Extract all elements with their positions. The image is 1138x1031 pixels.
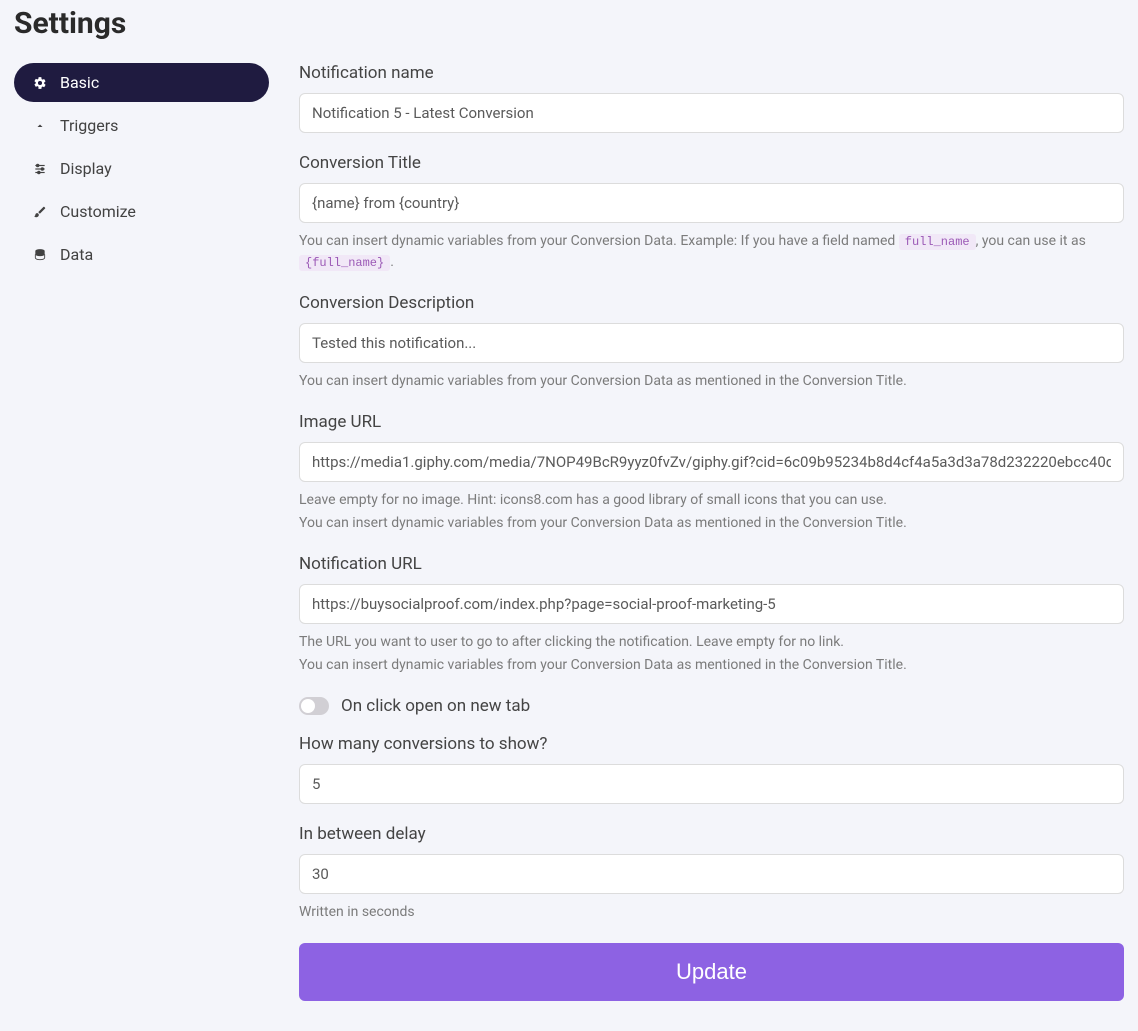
database-icon: [32, 247, 48, 263]
sidebar-item-label: Customize: [60, 202, 136, 221]
notification-url-input[interactable]: [299, 584, 1124, 624]
notification-url-help-2: You can insert dynamic variables from yo…: [299, 655, 1124, 676]
new-tab-toggle[interactable]: [299, 697, 329, 715]
settings-sidebar: Basic Triggers Display Customize Data: [14, 63, 269, 1001]
conversions-count-label: How many conversions to show?: [299, 734, 1124, 754]
sidebar-item-triggers[interactable]: Triggers: [14, 106, 269, 145]
new-tab-toggle-label: On click open on new tab: [341, 696, 530, 716]
conversion-description-input[interactable]: [299, 323, 1124, 363]
sliders-icon: [32, 161, 48, 177]
brush-icon: [32, 204, 48, 220]
conversion-title-help: You can insert dynamic variables from yo…: [299, 231, 1124, 273]
conversion-title-input[interactable]: [299, 183, 1124, 223]
notification-name-input[interactable]: [299, 93, 1124, 133]
sidebar-item-label: Display: [60, 159, 112, 178]
in-between-delay-label: In between delay: [299, 824, 1124, 844]
image-url-input[interactable]: [299, 442, 1124, 482]
page-title: Settings: [14, 6, 1124, 41]
image-url-help-1: Leave empty for no image. Hint: icons8.c…: [299, 490, 1124, 511]
conversion-description-help: You can insert dynamic variables from yo…: [299, 371, 1124, 392]
sidebar-item-basic[interactable]: Basic: [14, 63, 269, 102]
sidebar-item-label: Triggers: [60, 116, 118, 135]
sidebar-item-label: Data: [60, 245, 93, 264]
settings-form: Notification name Conversion Title You c…: [299, 63, 1124, 1001]
settings-layout: Basic Triggers Display Customize Data: [14, 63, 1124, 1001]
in-between-delay-input[interactable]: [299, 854, 1124, 894]
notification-name-label: Notification name: [299, 63, 1124, 83]
sidebar-item-label: Basic: [60, 73, 99, 92]
in-between-delay-help: Written in seconds: [299, 902, 1124, 923]
chevron-up-icon: [32, 118, 48, 134]
gear-icon: [32, 75, 48, 91]
sidebar-item-customize[interactable]: Customize: [14, 192, 269, 231]
notification-url-label: Notification URL: [299, 554, 1124, 574]
toggle-knob: [301, 699, 315, 713]
update-button[interactable]: Update: [299, 943, 1124, 1001]
notification-url-help-1: The URL you want to user to go to after …: [299, 632, 1124, 653]
sidebar-item-data[interactable]: Data: [14, 235, 269, 274]
image-url-help-2: You can insert dynamic variables from yo…: [299, 513, 1124, 534]
image-url-label: Image URL: [299, 412, 1124, 432]
conversion-description-label: Conversion Description: [299, 293, 1124, 313]
conversion-title-label: Conversion Title: [299, 153, 1124, 173]
conversions-count-input[interactable]: [299, 764, 1124, 804]
sidebar-item-display[interactable]: Display: [14, 149, 269, 188]
